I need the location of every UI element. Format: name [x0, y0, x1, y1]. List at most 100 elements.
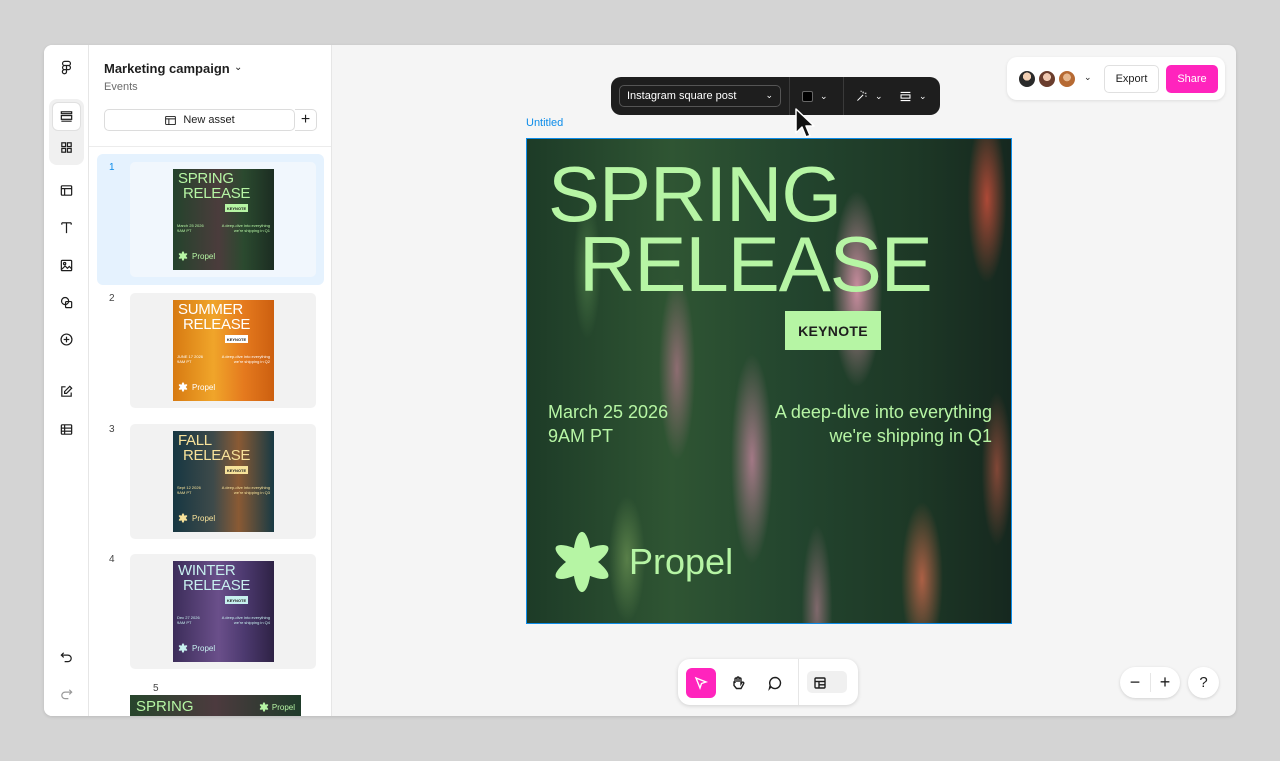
propel-logo-icon [259, 702, 269, 712]
thumb-logo-text: Propel [192, 643, 216, 653]
add-asset-plus-icon[interactable]: + [295, 109, 317, 131]
asset-row[interactable]: 2 SUMMER RELEASE KEYNOTE JUNE 17 2026 9AM PT… [97, 285, 324, 416]
thumb-logo-text: Propel [192, 251, 216, 261]
thumb-logo: Propel [177, 381, 215, 393]
table-tool-icon[interactable] [805, 668, 835, 698]
thumb-title-line1: SPRING [178, 170, 234, 187]
zoom-control: − + [1120, 667, 1180, 698]
zoom-out-button[interactable]: − [1120, 667, 1150, 698]
grid-view-icon[interactable] [52, 133, 81, 162]
divider [798, 659, 799, 705]
asset-card[interactable]: FALL RELEASE KEYNOTE Sept 12 2026 9AM PT A d… [130, 424, 316, 539]
asset-card[interactable]: WINTER RELEASE KEYNOTE Dec 27 2026 9AM PT A … [130, 554, 316, 669]
figma-logo-icon[interactable] [52, 53, 81, 82]
thumb-desc: A deep-dive into everything we're shippi… [221, 485, 270, 495]
keynote-badge[interactable]: KEYNOTE [785, 311, 881, 350]
canvas[interactable]: Untitled SPRING RELEASE KEYNOTE March 25… [332, 45, 1236, 716]
chevron-down-icon: ⌄ [875, 90, 883, 101]
top-right-actions: ⌄ Export Share [1007, 57, 1225, 100]
asset-row[interactable]: 4 WINTER RELEASE KEYNOTE Dec 27 2026 9AM PT A… [97, 546, 324, 677]
cursor-tool-icon[interactable] [686, 668, 716, 698]
avatar[interactable] [1037, 69, 1057, 89]
thumb-title: SPRING [136, 698, 194, 715]
poster-logo-text: Propel [629, 541, 734, 582]
new-asset-button[interactable]: New asset [104, 109, 295, 131]
thumb-logo: Propel [258, 701, 295, 713]
poster-logo[interactable]: Propel [547, 527, 733, 597]
thumb-badge: KEYNOTE [225, 335, 248, 343]
thumb-logo: Propel [177, 642, 215, 654]
redo-icon[interactable] [52, 679, 81, 708]
chevron-down-icon[interactable]: ⌄ [234, 62, 242, 73]
avatar[interactable] [1057, 69, 1077, 89]
divider [89, 146, 331, 147]
thumb-logo: Propel [177, 250, 215, 262]
poster-title-line2[interactable]: RELEASE [579, 225, 933, 303]
layers-view-icon[interactable] [52, 102, 81, 131]
divider [789, 77, 790, 115]
fill-color-picker[interactable]: ⌄ [802, 88, 828, 104]
poster-title-line1[interactable]: SPRING [548, 155, 842, 233]
size-preset-select[interactable]: Instagram square post ⌄ [619, 85, 781, 107]
effects-menu[interactable]: ⌄ [855, 88, 883, 104]
undo-icon[interactable] [52, 642, 81, 671]
asset-card[interactable]: SUMMER RELEASE KEYNOTE JUNE 17 2026 9AM PT A… [130, 293, 316, 408]
mouse-cursor-icon [795, 108, 815, 138]
asset-thumbnail[interactable]: SUMMER RELEASE KEYNOTE JUNE 17 2026 9AM PT A… [173, 300, 274, 401]
avatar[interactable] [1017, 69, 1037, 89]
align-icon [900, 91, 911, 101]
zoom-in-button[interactable]: + [1150, 667, 1180, 698]
asset-thumbnail[interactable]: WINTER RELEASE KEYNOTE Dec 27 2026 9AM PT A … [173, 561, 274, 662]
thumb-title-line2: RELEASE [183, 577, 251, 594]
bottom-toolbar [678, 659, 858, 705]
edit-icon[interactable] [52, 377, 81, 406]
help-button[interactable]: ? [1188, 667, 1219, 698]
chevron-down-icon: ⌄ [820, 90, 828, 101]
poster-description[interactable]: A deep-dive into everything we're shippi… [722, 400, 992, 448]
export-button[interactable]: Export [1104, 65, 1159, 93]
fill-swatch [802, 90, 813, 102]
text-icon[interactable] [52, 213, 81, 242]
asset-row[interactable]: 3 FALL RELEASE KEYNOTE Sept 12 2026 9AM PT A … [97, 416, 324, 547]
asset-thumbnail-5[interactable]: SPRING Propel [130, 695, 301, 716]
add-circle-icon[interactable] [52, 325, 81, 354]
new-asset-label: New asset [183, 114, 235, 126]
propel-logo-icon [177, 250, 189, 262]
asset-number: 5 [153, 683, 159, 694]
propel-logo-icon [177, 512, 189, 524]
share-button[interactable]: Share [1166, 65, 1218, 93]
thumb-title-line1: SUMMER [178, 301, 243, 318]
thumb-logo: Propel [177, 512, 215, 524]
asset-row[interactable]: 1 SPRING RELEASE KEYNOTE March 25 2026 9AM P… [97, 154, 324, 285]
align-menu[interactable]: ⌄ [899, 88, 927, 104]
asset-thumbnail[interactable]: SPRING RELEASE KEYNOTE March 25 2026 9AM PT… [173, 169, 274, 270]
shapes-icon[interactable] [52, 288, 81, 317]
poster-date[interactable]: March 25 2026 9AM PT [548, 400, 668, 448]
file-subtitle: Events [104, 81, 138, 93]
size-preset-label: Instagram square post [627, 90, 737, 102]
thumb-logo-text: Propel [271, 702, 295, 712]
thumb-title-line1: FALL [178, 432, 212, 449]
thumb-badge: KEYNOTE [225, 466, 248, 474]
asset-number: 3 [109, 424, 115, 435]
thumb-desc: A deep-dive into everything we're shippi… [221, 354, 270, 364]
frame-label[interactable]: Untitled [526, 117, 563, 129]
chevron-down-icon: ⌄ [919, 90, 927, 101]
image-icon[interactable] [52, 251, 81, 280]
thumb-badge: KEYNOTE [225, 204, 248, 212]
chevron-down-icon[interactable]: ⌄ [1084, 72, 1092, 83]
thumb-date: Sept 12 2026 9AM PT [177, 485, 201, 495]
thumb-title-line2: RELEASE [183, 185, 251, 202]
propel-logo-icon [555, 531, 609, 593]
poster-frame[interactable]: SPRING RELEASE KEYNOTE March 25 2026 9AM… [526, 138, 1012, 624]
template-icon[interactable] [52, 176, 81, 205]
chevron-down-icon: ⌄ [765, 90, 773, 100]
file-name[interactable]: Marketing campaign [104, 61, 230, 76]
table-icon[interactable] [52, 415, 81, 444]
thumb-date: March 25 2026 9AM PT [177, 223, 204, 233]
comment-tool-icon[interactable] [760, 668, 790, 698]
thumb-badge: KEYNOTE [225, 596, 248, 604]
asset-card[interactable]: SPRING RELEASE KEYNOTE March 25 2026 9AM PT… [130, 162, 316, 277]
hand-tool-icon[interactable] [723, 668, 753, 698]
asset-thumbnail[interactable]: FALL RELEASE KEYNOTE Sept 12 2026 9AM PT A d… [173, 431, 274, 532]
